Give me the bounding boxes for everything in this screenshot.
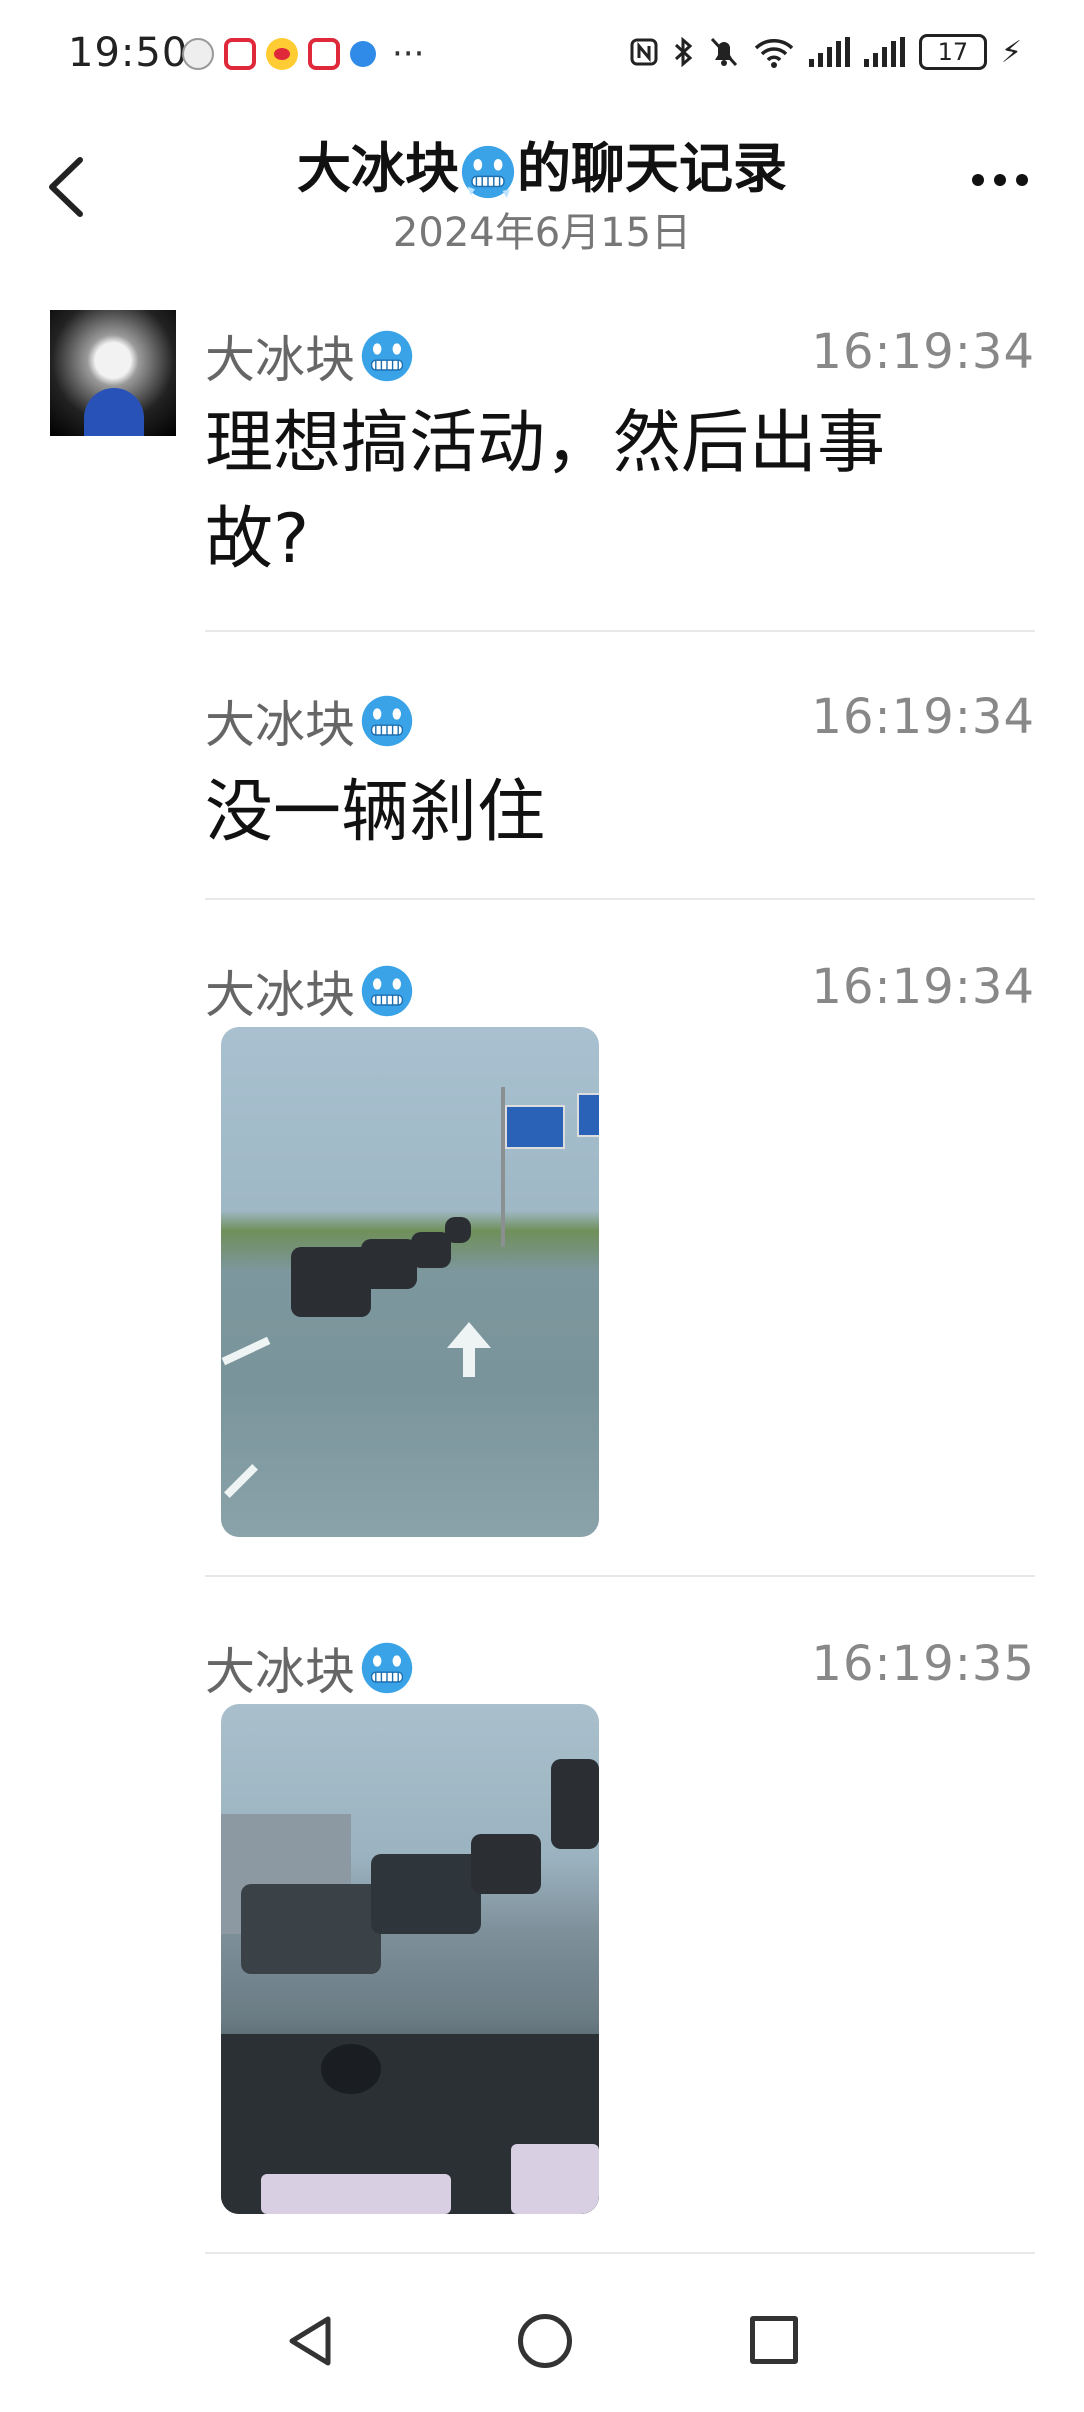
cold-face-emoji-icon xyxy=(461,146,515,199)
title-suffix: 的聊天记录 xyxy=(517,137,787,200)
car xyxy=(241,1884,381,1974)
system-icons: 17 ⚡ xyxy=(629,34,1022,70)
app-ghost-icon xyxy=(182,38,214,70)
chat-date: 2024年6月15日 xyxy=(392,210,692,256)
more-button[interactable] xyxy=(972,174,1028,186)
status-bar: 19:50 ··· 17 ⚡ xyxy=(0,0,1084,110)
mute-icon xyxy=(710,37,738,67)
divider xyxy=(205,2252,1035,2254)
more-dots-icon xyxy=(972,174,984,186)
divider xyxy=(205,898,1035,900)
app-red-icon xyxy=(224,38,256,70)
status-time: 19:50 xyxy=(68,30,189,76)
nav-recents-icon[interactable] xyxy=(750,2316,798,2364)
system-navigation-bar xyxy=(0,2290,1084,2412)
sender-name: 大冰块 xyxy=(205,320,415,392)
message-time: 16:19:34 xyxy=(811,959,1035,1015)
sender-name: 大冰块 xyxy=(205,1632,415,1704)
chat-history-header: 大冰块 的聊天记录 2024年6月15日 xyxy=(0,110,1084,260)
car xyxy=(291,1247,371,1317)
app-blue-icon xyxy=(350,41,376,67)
page-title: 大冰块 的聊天记录 xyxy=(0,124,1084,203)
charging-icon: ⚡ xyxy=(1000,34,1022,70)
title-name: 大冰块 xyxy=(297,137,459,200)
cold-face-emoji-icon xyxy=(361,1642,413,1694)
sender-name: 大冰块 xyxy=(205,685,415,757)
cold-face-emoji-icon xyxy=(361,695,413,747)
message-time: 16:19:35 xyxy=(811,1636,1035,1692)
sender-name: 大冰块 xyxy=(205,955,415,1027)
notification-icons: ··· xyxy=(182,34,425,74)
bluetooth-icon xyxy=(674,36,693,68)
signal-icon xyxy=(863,37,905,67)
nav-back-icon[interactable] xyxy=(284,2314,334,2368)
message-time: 16:19:34 xyxy=(811,324,1035,380)
message-image-car-queue[interactable] xyxy=(221,1704,599,2214)
more-notifications-icon: ··· xyxy=(392,34,425,74)
battery-icon: 17 xyxy=(918,34,987,70)
avatar[interactable] xyxy=(50,310,176,436)
nfc-icon xyxy=(630,38,658,66)
weibo-icon xyxy=(266,38,298,70)
divider xyxy=(205,630,1035,632)
wifi-icon xyxy=(754,39,794,68)
app-red-icon xyxy=(308,38,340,70)
cold-face-emoji-icon xyxy=(361,965,413,1017)
message-time: 16:19:34 xyxy=(811,689,1035,745)
message-text[interactable]: 没一辆刹住 xyxy=(205,765,985,861)
cold-face-emoji-icon xyxy=(361,330,413,382)
message-image-rainy-road[interactable] xyxy=(221,1027,599,1537)
signal-icon xyxy=(808,37,850,67)
divider xyxy=(205,1575,1035,1577)
message-text[interactable]: 理想搞活动，然后出事故? xyxy=(205,396,985,588)
nav-home-icon[interactable] xyxy=(518,2314,572,2368)
road-sign xyxy=(505,1105,565,1149)
